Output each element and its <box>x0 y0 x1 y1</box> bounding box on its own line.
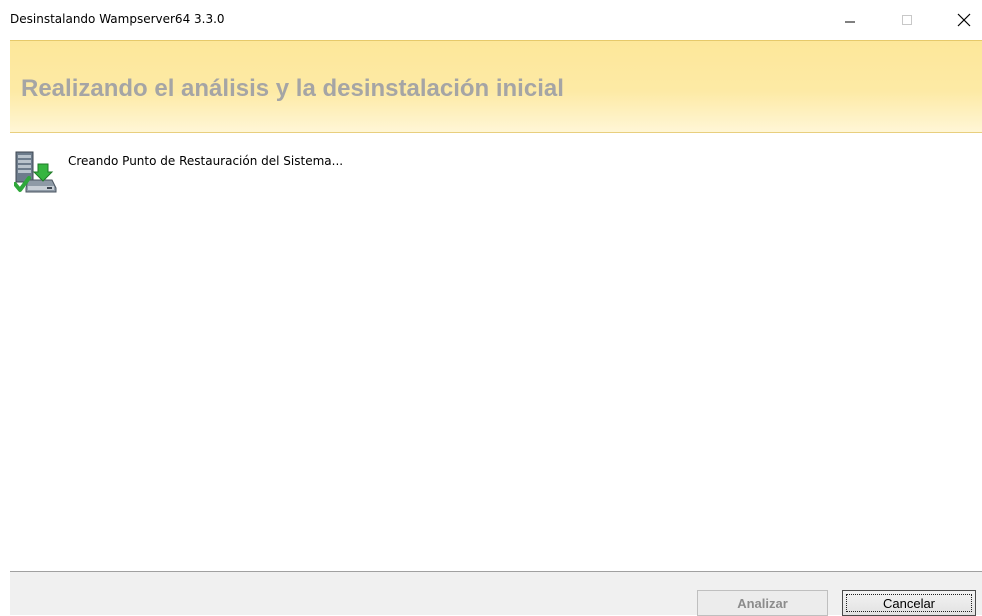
uninstaller-window: Desinstalando Wampserver64 3.3.0 Realiza… <box>0 0 982 616</box>
maximize-button <box>884 0 930 40</box>
close-icon <box>957 13 971 27</box>
maximize-icon <box>902 15 912 25</box>
cancel-button-label: Cancelar <box>882 595 936 611</box>
page-title: Realizando el análisis y la desinstalaci… <box>21 75 564 102</box>
header-banner: Realizando el análisis y la desinstalaci… <box>10 40 982 133</box>
cancel-button[interactable]: Cancelar <box>842 590 976 616</box>
status-message: Creando Punto de Restauración del Sistem… <box>68 154 344 168</box>
button-bar: Analizar Cancelar <box>10 571 982 616</box>
close-button[interactable] <box>941 0 982 40</box>
title-bar[interactable]: Desinstalando Wampserver64 3.3.0 <box>0 0 982 40</box>
status-row: Creando Punto de Restauración del Sistem… <box>14 145 714 195</box>
window-title: Desinstalando Wampserver64 3.3.0 <box>10 12 225 26</box>
minimize-icon <box>845 21 855 23</box>
analyze-button-label: Analizar <box>737 595 788 611</box>
minimize-button[interactable] <box>827 0 873 40</box>
analyze-button[interactable]: Analizar <box>697 590 828 616</box>
restore-point-icon <box>14 151 57 193</box>
